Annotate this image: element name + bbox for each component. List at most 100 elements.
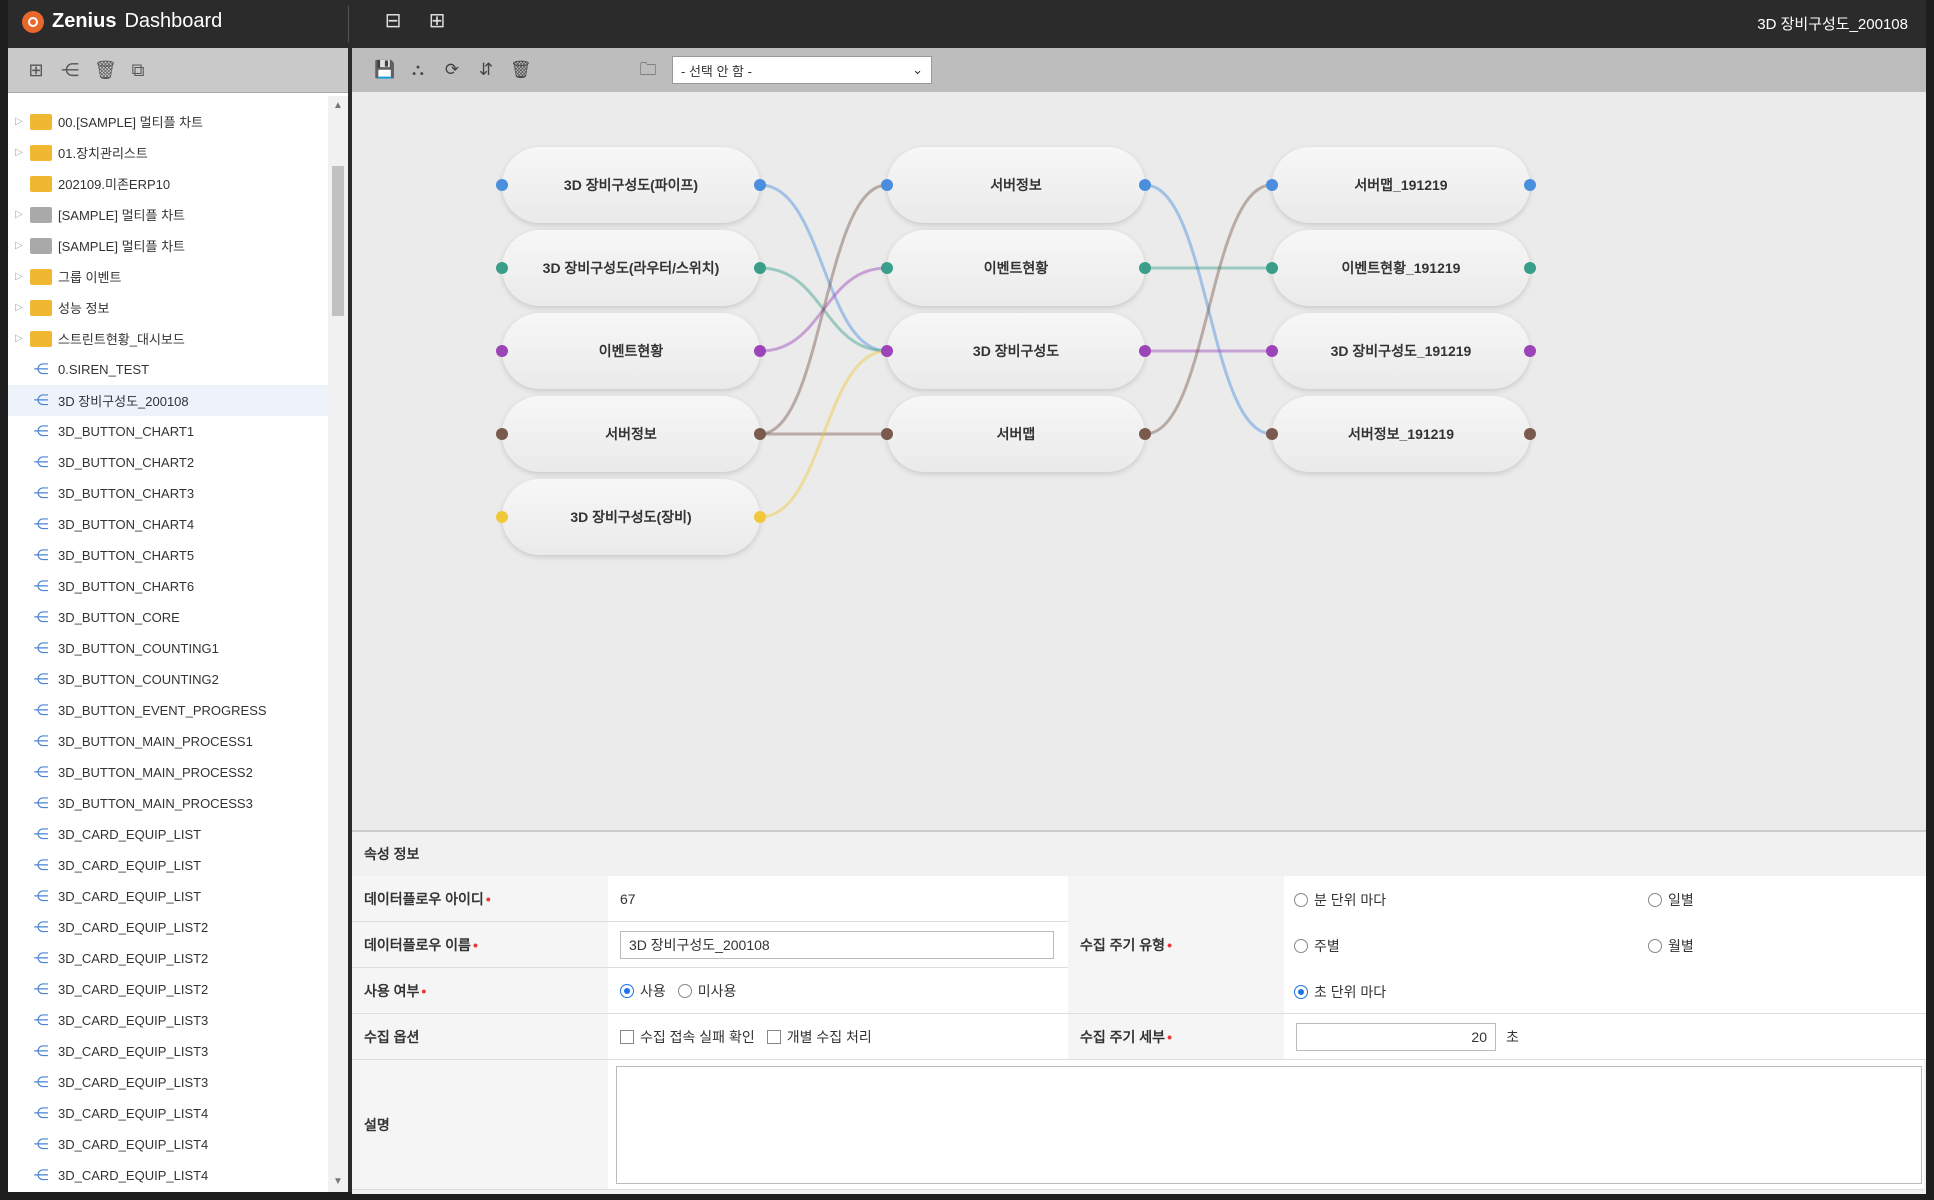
output-port[interactable] <box>1139 262 1151 274</box>
tree-item[interactable]: ⋲ 3D_CARD_EQUIP_LIST4 <box>8 1098 328 1129</box>
tree-item[interactable]: ⋲ 3D_BUTTON_MAIN_PROCESS3 <box>8 788 328 819</box>
tree-item[interactable]: ▷ 00.[SAMPLE] 멀티플 차트 <box>8 106 328 137</box>
input-port[interactable] <box>1266 345 1278 357</box>
tree-item[interactable]: ⋲ 3D_CARD_EQUIP_LIST4 <box>8 1160 328 1191</box>
align-icon[interactable]: ⇵ <box>476 60 496 80</box>
tree-item[interactable]: ⋲ 3D 장비구성도_200108 <box>8 385 328 416</box>
option-b-checkbox[interactable]: 개별 수집 처리 <box>766 1027 872 1047</box>
tree-item[interactable]: 202109.미존ERP10 <box>8 168 328 199</box>
tree-item[interactable]: ▷ [SAMPLE] 멀티플 차트 <box>8 199 328 230</box>
layout-icon[interactable]: ⛬ <box>408 60 428 80</box>
expand-arrow-icon[interactable]: ▷ <box>8 147 30 158</box>
output-port[interactable] <box>1524 345 1536 357</box>
tree-add-icon[interactable]: ⋲ <box>60 60 80 80</box>
tree-item[interactable]: ⋲ 3D_CARD_EQUIP_LIST3 <box>8 1005 328 1036</box>
copy-icon[interactable]: ⧉ <box>128 60 148 80</box>
flow-node[interactable]: 3D 장비구성도(파이프) <box>502 147 760 223</box>
tree-item[interactable]: ⋲ 3D_BUTTON_CHART6 <box>8 571 328 602</box>
tree-item[interactable]: ▷ 스트린트현황_대시보드 <box>8 323 328 354</box>
delete-icon[interactable]: 🗑 <box>510 60 532 80</box>
tree-item[interactable]: ⋲ 3D_BUTTON_EVENT_PROGRESS <box>8 695 328 726</box>
tree-item[interactable]: ⋲ 3D_CARD_EQUIP_LIST <box>8 819 328 850</box>
tree-item[interactable]: ▷ 그룹 이벤트 <box>8 261 328 292</box>
flow-node[interactable]: 3D 장비구성도 <box>887 313 1145 389</box>
flow-node[interactable]: 3D 장비구성도_191219 <box>1272 313 1530 389</box>
save-icon[interactable]: 💾 <box>374 60 395 80</box>
cycle-daily-radio[interactable]: 일별 <box>1648 890 1694 910</box>
tree-item[interactable]: ▷ 01.장치관리스트 <box>8 137 328 168</box>
cycle-minute-radio[interactable]: 분 단위 마다 <box>1294 890 1386 910</box>
cycle-monthly-radio[interactable]: 월별 <box>1648 936 1694 956</box>
expand-arrow-icon[interactable]: ▷ <box>8 333 30 344</box>
new-folder-icon[interactable]: ⊞ <box>26 60 46 80</box>
input-port[interactable] <box>881 345 893 357</box>
tree-item[interactable]: ⋲ 3D_BUTTON_CORE <box>8 602 328 633</box>
scroll-up-icon[interactable]: ▲ <box>332 100 344 112</box>
input-port[interactable] <box>496 428 508 440</box>
input-port[interactable] <box>496 179 508 191</box>
use-no-radio[interactable]: 미사용 <box>677 981 736 1001</box>
expand-arrow-icon[interactable]: ▷ <box>8 271 30 282</box>
tree-item[interactable]: ⋲ 3D_BUTTON_CHART3 <box>8 478 328 509</box>
output-port[interactable] <box>1139 428 1151 440</box>
folder-icon[interactable]: 🗀 <box>638 60 658 80</box>
use-yes-radio[interactable]: 사용 <box>620 981 666 1001</box>
scroll-thumb[interactable] <box>332 166 344 316</box>
input-port[interactable] <box>881 262 893 274</box>
tree-item[interactable]: ⋲ 3D_BUTTON_MAIN_PROCESS2 <box>8 757 328 788</box>
delete-icon[interactable]: 🗑 <box>94 60 117 80</box>
flow-node[interactable]: 서버정보 <box>502 396 760 472</box>
flow-select[interactable]: - 선택 안 함 - ⌄ <box>672 56 932 84</box>
tree-item[interactable]: ⋲ 3D_CARD_EQUIP_LIST <box>8 850 328 881</box>
cycle-detail-input[interactable]: 20 <box>1296 1022 1496 1051</box>
input-port[interactable] <box>496 511 508 523</box>
output-port[interactable] <box>1524 179 1536 191</box>
input-port[interactable] <box>881 428 893 440</box>
flow-canvas[interactable]: 3D 장비구성도(파이프) 3D 장비구성도(라우터/스위치) 이벤트현황 서버정보 3… <box>352 92 1926 830</box>
scroll-down-icon[interactable]: ▼ <box>332 1176 344 1188</box>
output-port[interactable] <box>754 345 766 357</box>
cycle-weekly-radio[interactable]: 주별 <box>1294 936 1340 956</box>
align-top-icon[interactable]: ⊞ <box>426 10 448 32</box>
tree-item[interactable]: ⋲ 0.SIREN_TEST <box>8 354 328 385</box>
tree-item[interactable]: ⋲ 3D_CARD_EQUIP_LIST2 <box>8 912 328 943</box>
flow-node[interactable]: 서버정보_191219 <box>1272 396 1530 472</box>
tree-item[interactable]: ▷ 성능 정보 <box>8 292 328 323</box>
input-port[interactable] <box>1266 179 1278 191</box>
expand-arrow-icon[interactable]: ▷ <box>8 302 30 313</box>
flow-node[interactable]: 3D 장비구성도(라우터/스위치) <box>502 230 760 306</box>
output-port[interactable] <box>1524 262 1536 274</box>
expand-arrow-icon[interactable]: ▷ <box>8 209 30 220</box>
output-port[interactable] <box>754 428 766 440</box>
output-port[interactable] <box>754 262 766 274</box>
align-left-icon[interactable]: ⊟ <box>382 10 404 32</box>
tree-item[interactable]: ⋲ 3D_BUTTON_CHART1 <box>8 416 328 447</box>
flow-node[interactable]: 서버맵_191219 <box>1272 147 1530 223</box>
output-port[interactable] <box>1139 345 1151 357</box>
flow-node[interactable]: 서버맵 <box>887 396 1145 472</box>
output-port[interactable] <box>754 511 766 523</box>
flow-node[interactable]: 이벤트현황_191219 <box>1272 230 1530 306</box>
flow-node[interactable]: 3D 장비구성도(장비) <box>502 479 760 555</box>
input-port[interactable] <box>1266 428 1278 440</box>
input-port[interactable] <box>496 262 508 274</box>
tree-item[interactable]: ⋲ 3D_CARD_EQUIP_LIST2 <box>8 974 328 1005</box>
output-port[interactable] <box>754 179 766 191</box>
output-port[interactable] <box>1139 179 1151 191</box>
tree-scrollbar[interactable]: ▲ ▼ <box>328 96 348 1192</box>
flow-node[interactable]: 이벤트현황 <box>502 313 760 389</box>
tree-item[interactable]: ⋲ 3D_CARD_EQUIP_LIST4 <box>8 1129 328 1160</box>
tree-item[interactable]: ⋲ 3D_BUTTON_COUNTING1 <box>8 633 328 664</box>
tree-item[interactable]: ⋲ 3D_CARD_EQUIP_LIST3 <box>8 1036 328 1067</box>
tree-item[interactable]: ⋲ 3D_CARD_EQUIP_LIST2 <box>8 943 328 974</box>
flow-node[interactable]: 서버정보 <box>887 147 1145 223</box>
name-input[interactable]: 3D 장비구성도_200108 <box>620 930 1054 959</box>
expand-arrow-icon[interactable]: ▷ <box>8 240 30 251</box>
tree-item[interactable]: ⋲ 3D_BUTTON_CHART2 <box>8 447 328 478</box>
tree-item[interactable]: ⋲ 3D_BUTTON_CHART4 <box>8 509 328 540</box>
tree-item[interactable]: ⋲ 3D_BUTTON_MAIN_PROCESS1 <box>8 726 328 757</box>
cycle-second-radio[interactable]: 초 단위 마다 <box>1294 982 1386 1002</box>
refresh-icon[interactable]: ⟳ <box>442 60 462 80</box>
tree-item[interactable]: ▷ [SAMPLE] 멀티플 차트 <box>8 230 328 261</box>
flow-node[interactable]: 이벤트현황 <box>887 230 1145 306</box>
